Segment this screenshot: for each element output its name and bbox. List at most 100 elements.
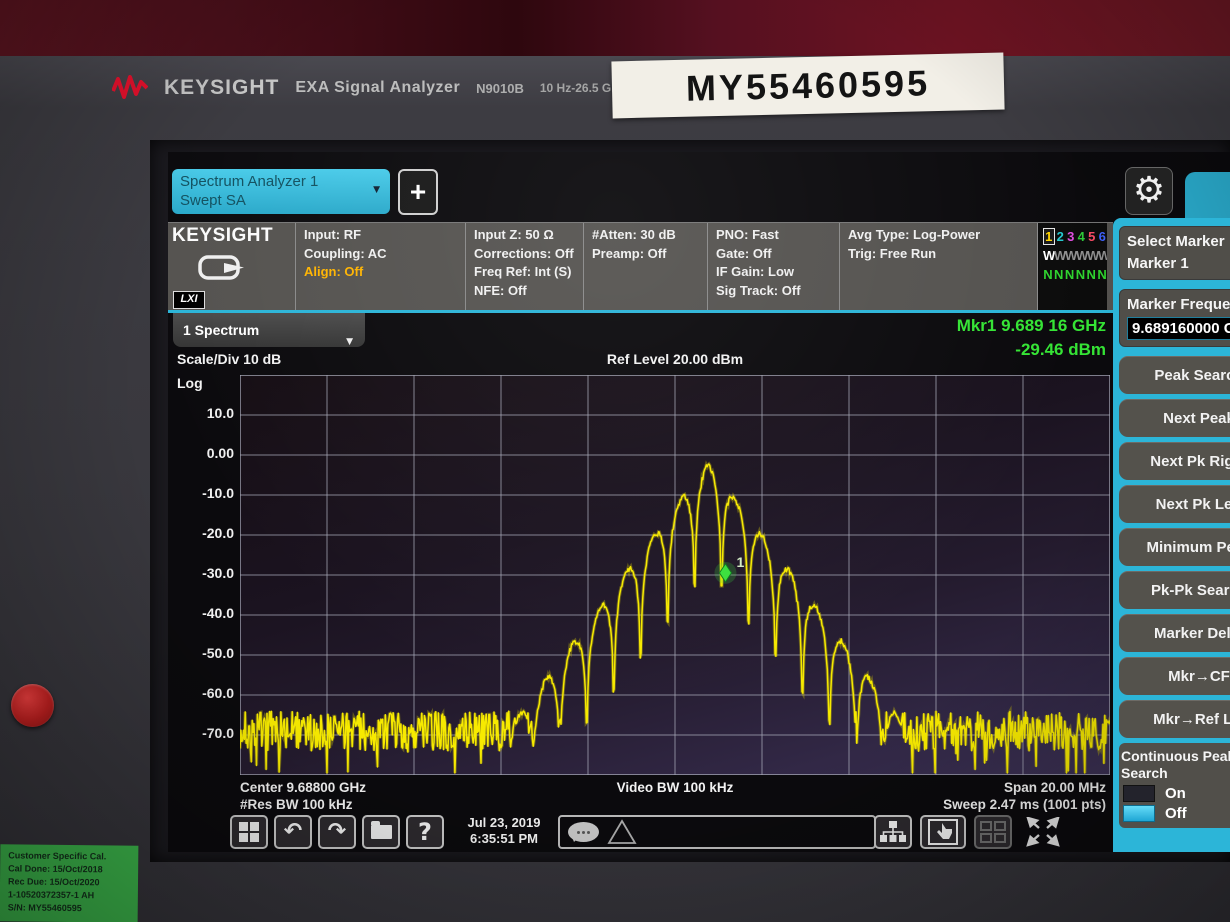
settings-line: PNO: Fast xyxy=(716,226,833,245)
panel-button-label: Mkr→Ref Lvl xyxy=(1153,711,1230,728)
marker-state-letter: N xyxy=(1075,267,1085,282)
settings-line: Avg Type: Log-Power xyxy=(848,226,1031,245)
marker-frequency-label: Marker Frequency xyxy=(1127,294,1230,316)
cal-sticker-line: Rec Due: 15/Oct/2020 xyxy=(8,875,134,889)
bezel-branding: KEYSIGHT EXA Signal Analyzer N9010B 10 H… xyxy=(112,66,626,110)
help-button[interactable]: ? xyxy=(406,815,444,849)
res-bw-label: #Res BW 100 kHz xyxy=(240,797,353,812)
settings-line: Gate: Off xyxy=(716,245,833,264)
add-tab-button[interactable]: + xyxy=(398,169,438,215)
touch-hand-icon xyxy=(928,819,958,845)
select-marker-value: Marker 1 xyxy=(1127,253,1230,275)
alert-triangle-icon xyxy=(607,819,637,845)
product-name: EXA Signal Analyzer xyxy=(295,79,460,97)
window-selector[interactable]: 1 Spectrum ▼ xyxy=(173,313,365,347)
panel-button[interactable]: Minimum Peak xyxy=(1119,528,1230,566)
date-time-display: Jul 23, 2019 6:35:51 PM xyxy=(454,815,554,847)
marker-readout-frequency: Mkr1 9.689 16 GHz xyxy=(957,316,1106,336)
folder-icon xyxy=(371,825,392,839)
panel-button-label: Next Peak xyxy=(1163,410,1230,427)
settings-line: Preamp: Off xyxy=(592,245,701,264)
serial-number-sticker: MY55460595 xyxy=(611,53,1004,119)
marker-buttons: Peak Search Next Peak Next Pk Right Next Pk… xyxy=(1119,356,1230,738)
system-settings-button[interactable]: ⚙ xyxy=(1125,167,1173,215)
window-arrange-button[interactable] xyxy=(874,815,912,849)
select-marker-label: Select Marker xyxy=(1127,231,1230,253)
settings-line: Align: Off xyxy=(304,263,459,282)
panel-button[interactable]: Next Pk Right xyxy=(1119,442,1230,480)
date-label: Jul 23, 2019 xyxy=(454,815,554,831)
tab-title: Spectrum Analyzer 1 xyxy=(180,172,382,191)
panel-button[interactable]: Marker Delta xyxy=(1119,614,1230,652)
cps-on-option[interactable]: On xyxy=(1123,785,1230,802)
settings-columns: Input: RFCoupling: ACAlign: OffInput Z: … xyxy=(296,223,1038,311)
touch-select-button[interactable] xyxy=(920,815,966,849)
expand-arrows-icon xyxy=(1026,817,1060,847)
marker-trace-letter: W xyxy=(1065,248,1075,263)
panel-button[interactable]: Next Pk Left xyxy=(1119,485,1230,523)
cps-on-indicator xyxy=(1123,785,1155,802)
measurement-tab[interactable]: Spectrum Analyzer 1 Swept SA ▼ xyxy=(172,169,390,214)
cal-sticker-line: 1-10520372357-1 AH xyxy=(8,888,134,902)
plus-icon: + xyxy=(410,176,426,208)
marker-menu-panel: Select Marker Marker 1 Marker Frequency … xyxy=(1113,218,1230,852)
settings-line: Trig: Free Run xyxy=(848,245,1031,264)
y-axis-tick-label: -60.0 xyxy=(186,685,234,701)
cps-on-label: On xyxy=(1165,785,1186,802)
time-label: 6:35:51 PM xyxy=(454,831,554,847)
cps-off-option[interactable]: Off xyxy=(1123,805,1230,822)
chat-bubble-icon xyxy=(568,822,599,842)
redo-icon: ↷ xyxy=(328,821,346,843)
settings-line: IF Gain: Low xyxy=(716,263,833,282)
panel-button-label: Marker Delta xyxy=(1154,625,1230,642)
redo-button[interactable]: ↷ xyxy=(318,815,356,849)
marker-number: 1 xyxy=(1043,228,1055,245)
cal-sticker-line: S/N: MY55460595 xyxy=(8,901,134,915)
file-button[interactable] xyxy=(362,815,400,849)
touch-screen: Spectrum Analyzer 1 Swept SA ▼ + ⚙ KEYSI… xyxy=(168,152,1230,852)
panel-button-label: Peak Search xyxy=(1154,367,1230,384)
settings-line: Input: RF xyxy=(304,226,459,245)
y-axis-tick-label: -20.0 xyxy=(186,525,234,541)
windows-button[interactable] xyxy=(230,815,268,849)
tab-subtitle: Swept SA xyxy=(180,191,382,210)
undo-button[interactable]: ↶ xyxy=(274,815,312,849)
power-button[interactable] xyxy=(11,684,54,727)
y-axis-tick-label: 10.0 xyxy=(186,405,234,421)
panel-button[interactable]: Mkr→CF xyxy=(1119,657,1230,695)
marker-frequency-field[interactable]: Marker Frequency 9.689160000 GHz xyxy=(1119,289,1230,347)
panel-button[interactable]: Mkr→Ref Lvl xyxy=(1119,700,1230,738)
marker-trace-letter: W xyxy=(1043,248,1053,263)
marker-frequency-value: 9.689160000 GHz xyxy=(1127,317,1230,340)
panel-button[interactable]: Next Peak xyxy=(1119,399,1230,437)
windows-icon xyxy=(239,822,259,842)
panel-button-label: Minimum Peak xyxy=(1146,539,1230,556)
cps-title: Continuous Peak Search xyxy=(1121,748,1230,782)
help-icon: ? xyxy=(418,820,432,844)
background-room xyxy=(0,0,1230,58)
panel-button[interactable]: Pk-Pk Search xyxy=(1119,571,1230,609)
panel-button-label: Next Pk Right xyxy=(1150,453,1230,470)
panel-button-label: Mkr→CF xyxy=(1168,668,1230,685)
panel-button[interactable]: Peak Search xyxy=(1119,356,1230,394)
signal-analyzer-photo: KEYSIGHT EXA Signal Analyzer N9010B 10 H… xyxy=(0,0,1230,922)
settings-line: NFE: Off xyxy=(474,282,577,301)
annotation-input[interactable] xyxy=(558,815,876,849)
log-scale-label: Log xyxy=(177,375,203,391)
panel-button-label: Pk-Pk Search xyxy=(1151,582,1230,599)
marker-state-letter: N xyxy=(1097,267,1107,282)
cps-off-indicator xyxy=(1123,805,1155,822)
y-axis-tick-label: -40.0 xyxy=(186,605,234,621)
y-axis-tick-label: -30.0 xyxy=(186,565,234,581)
select-marker-dropdown[interactable]: Select Marker Marker 1 xyxy=(1119,226,1230,280)
window-arrange-icon xyxy=(879,820,907,844)
marker-trace-letter: W xyxy=(1076,248,1086,263)
fullscreen-button[interactable] xyxy=(1020,815,1066,849)
brand-name: KEYSIGHT xyxy=(164,76,279,100)
settings-line: Coupling: AC xyxy=(304,245,459,264)
settings-line: Freq Ref: Int (S) xyxy=(474,263,577,282)
grid-layout-button[interactable] xyxy=(974,815,1012,849)
marker-number-label: 1 xyxy=(736,554,744,570)
sweep-label: Sweep 2.47 ms (1001 pts) xyxy=(943,797,1106,812)
chevron-down-icon[interactable]: ▼ xyxy=(373,185,380,195)
